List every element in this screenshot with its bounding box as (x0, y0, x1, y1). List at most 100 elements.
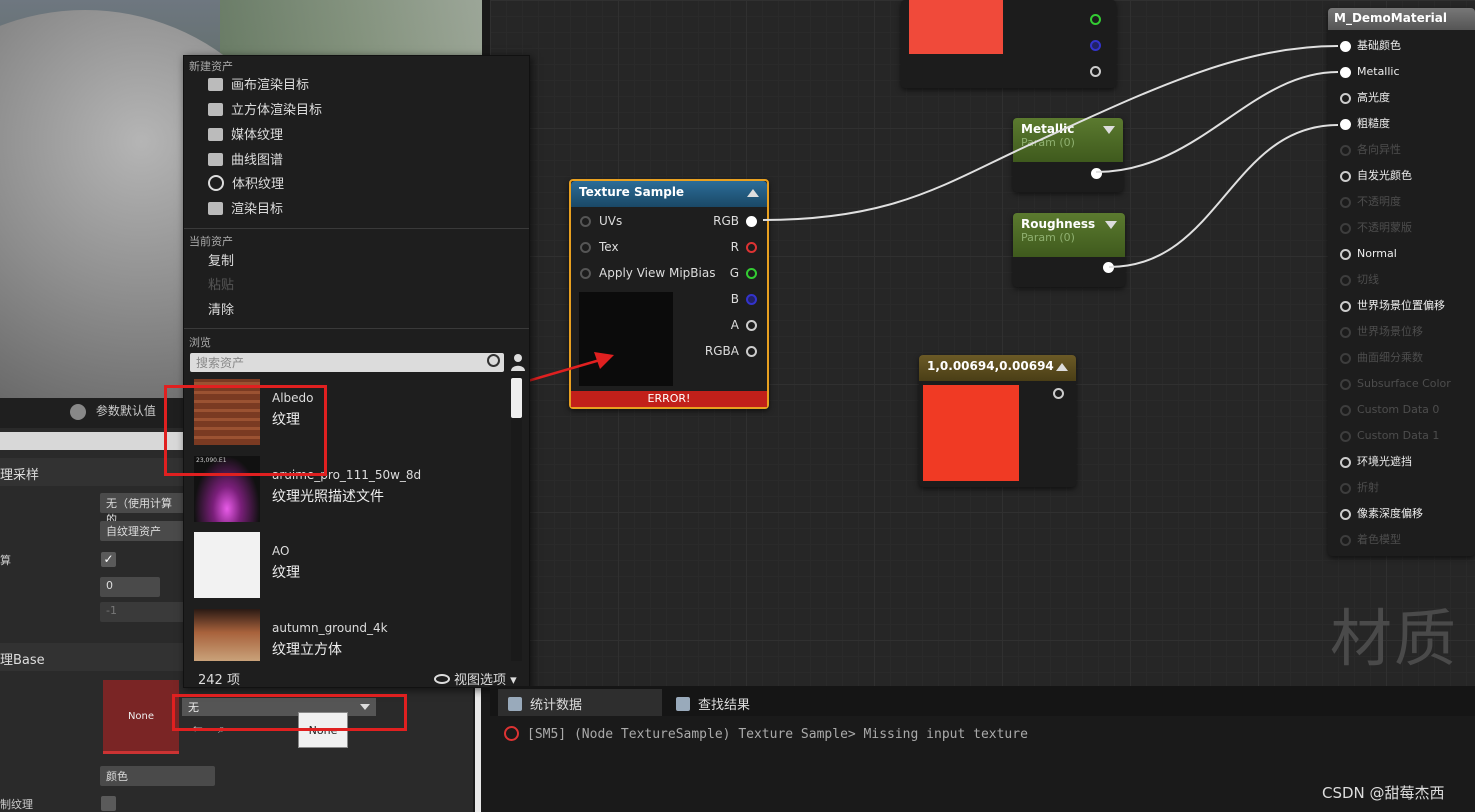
material-input-pin[interactable] (1340, 66, 1351, 78)
menu-item-paste: 粘贴 (208, 278, 235, 293)
collapse-icon[interactable] (747, 189, 759, 197)
menu-item-copy[interactable]: 复制 (208, 252, 234, 272)
sampling-dropdown[interactable]: 无（使用计算的 (100, 493, 185, 526)
pin-g-label: G (729, 266, 739, 280)
asset-list-scrollbar[interactable] (511, 376, 522, 661)
material-input-pin[interactable] (1340, 118, 1351, 130)
details-search-input[interactable] (0, 432, 185, 450)
material-input-pin[interactable] (1340, 170, 1351, 182)
material-input-pin[interactable] (1340, 456, 1351, 468)
enabled-checkbox[interactable]: ✓ (101, 552, 116, 567)
material-input-pin[interactable] (1340, 248, 1351, 260)
metallic-header[interactable]: Metallic Param (0) (1013, 118, 1123, 162)
source-dropdown[interactable]: 自纹理资产 (100, 521, 185, 541)
tab-find-results[interactable]: 查找结果 (666, 689, 831, 716)
log-error-line: [SM5] (Node TextureSample) Texture Sampl… (504, 726, 1028, 742)
roughness-subtitle: Param (0) (1021, 231, 1075, 244)
eye-icon (434, 674, 450, 684)
material-input-pin (1340, 352, 1351, 364)
material-pin-row[interactable]: 世界场景位置偏移 (1340, 298, 1445, 314)
material-input-pin[interactable] (1340, 300, 1351, 312)
metallic-out-pin[interactable] (1091, 168, 1102, 179)
material-pin-row[interactable]: 高光度 (1340, 90, 1390, 106)
pin-mipbias[interactable] (580, 268, 591, 279)
material-pin-row[interactable]: Normal (1340, 246, 1397, 262)
menu-item-canvas-render-target[interactable]: 画布渲染目标 (208, 76, 309, 96)
pin-rgba[interactable] (746, 346, 757, 357)
tab-param-defaults[interactable]: 参数默认值 (70, 402, 156, 426)
material-pin-row[interactable]: 粗糙度 (1340, 116, 1390, 132)
menu-item-curve-atlas[interactable]: 曲线图谱 (208, 151, 283, 171)
constant-out-pin[interactable] (1053, 388, 1064, 399)
material-editor: 材质 Texture Sample UVs Tex Apply View Mip… (0, 0, 1475, 812)
material-pin-row[interactable]: 自发光颜色 (1340, 168, 1412, 184)
pin-rgb[interactable] (746, 216, 757, 227)
material-pin-label: 折射 (1357, 481, 1379, 494)
collapse-icon[interactable] (1056, 363, 1068, 371)
roughness-param-node[interactable]: Roughness Param (0) (1013, 213, 1125, 287)
pin-b[interactable] (1090, 40, 1101, 51)
roughness-header[interactable]: Roughness Param (0) (1013, 213, 1125, 257)
texture-sample-header[interactable]: Texture Sample (571, 181, 767, 207)
material-pin-label: Custom Data 0 (1357, 403, 1440, 416)
pin-a[interactable] (1090, 66, 1101, 77)
scrollbar-thumb[interactable] (511, 378, 522, 418)
menu-item-clear[interactable]: 清除 (208, 301, 234, 321)
pin-b-out[interactable] (746, 294, 757, 305)
tab-param-defaults-label: 参数默认值 (95, 404, 156, 418)
material-pin-row: Custom Data 0 (1340, 402, 1439, 418)
constant-color-node[interactable]: 1,0.00694,0.00694 (919, 355, 1076, 487)
metallic-param-node[interactable]: Metallic Param (0) (1013, 118, 1123, 192)
asset-search-placeholder: 搜索资产 (196, 356, 245, 370)
material-header[interactable]: M_DemoMaterial (1328, 8, 1475, 30)
cube-icon (208, 103, 223, 116)
pin-r-label: R (730, 240, 739, 254)
pin-a-out[interactable] (746, 320, 757, 331)
asset-item-ao[interactable]: AO 纹理 (192, 532, 502, 604)
material-input-pin[interactable] (1340, 508, 1351, 520)
constant-header[interactable]: 1,0.00694,0.00694 (919, 355, 1076, 381)
expand-icon[interactable] (1103, 126, 1115, 134)
material-pin-row[interactable]: 环境光遮挡 (1340, 454, 1412, 470)
partial-color-node[interactable] (901, 0, 1116, 88)
material-pin-row[interactable]: 基础颜色 (1340, 38, 1401, 54)
channel-dropdown[interactable]: 颜色 (100, 766, 215, 786)
last-row-label: 制纹理 (0, 798, 33, 811)
material-pin-row: Subsurface Color (1340, 376, 1451, 392)
curve-icon (208, 153, 223, 166)
pin-rgba-label: RGBA (704, 344, 739, 358)
material-pin-label: Custom Data 1 (1357, 429, 1440, 442)
texture-sample-node[interactable]: Texture Sample UVs Tex Apply View MipBia… (569, 179, 769, 409)
menu-item-cube-render-target[interactable]: 立方体渲染目标 (208, 101, 322, 121)
pin-uvs[interactable] (580, 216, 591, 227)
texture-thumbnail[interactable]: None (103, 680, 179, 754)
pin-g[interactable] (1090, 14, 1101, 25)
category-sampling[interactable]: 理采样 (0, 458, 185, 486)
pin-g-out[interactable] (746, 268, 757, 279)
roughness-out-pin[interactable] (1103, 262, 1114, 273)
material-input-pin[interactable] (1340, 92, 1351, 104)
material-input-pin[interactable] (1340, 40, 1351, 52)
spin-field[interactable]: 0 (100, 577, 160, 597)
menu-item-volume-texture[interactable]: 体积纹理 (208, 175, 284, 195)
asset-search-input[interactable]: 搜索资产 (190, 353, 504, 372)
last-row-checkbox[interactable] (101, 796, 116, 811)
material-pin-label: Normal (1357, 247, 1397, 260)
user-filter-icon[interactable] (510, 352, 526, 372)
material-pin-row: 着色模型 (1340, 532, 1401, 548)
menu-item-render-target[interactable]: 渲染目标 (208, 200, 283, 220)
material-result-node[interactable]: M_DemoMaterial 基础颜色 Metallic 高光度 粗糙度 各向异性 自发光… (1328, 8, 1475, 556)
info-icon (70, 403, 86, 420)
section-new-asset: 新建资产 (189, 60, 233, 73)
material-pin-label: 自发光颜色 (1357, 169, 1412, 182)
tab-stats[interactable]: 统计数据 (498, 689, 662, 716)
pin-r[interactable] (746, 242, 757, 253)
material-pin-row[interactable]: 像素深度偏移 (1340, 506, 1423, 522)
material-pin-row: 折射 (1340, 480, 1379, 496)
category-base[interactable]: 理Base (0, 643, 185, 671)
material-pin-row[interactable]: Metallic (1340, 64, 1400, 80)
material-input-pin (1340, 430, 1351, 442)
expand-icon[interactable] (1105, 221, 1117, 229)
pin-tex[interactable] (580, 242, 591, 253)
menu-item-media-texture[interactable]: 媒体纹理 (208, 126, 283, 146)
